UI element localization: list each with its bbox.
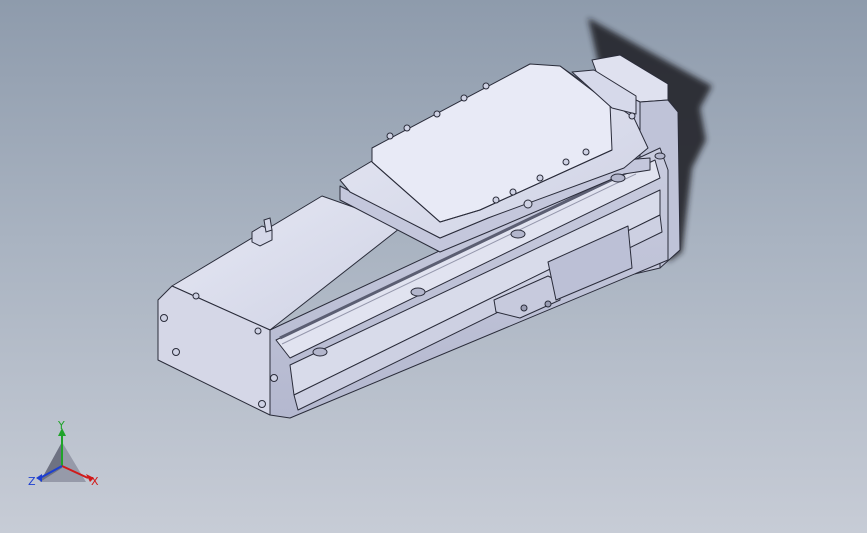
linear-actuator-model[interactable] xyxy=(0,0,867,533)
x-axis-label: X xyxy=(91,475,99,488)
cad-viewport[interactable]: Y X Z xyxy=(0,0,867,533)
y-axis-label: Y xyxy=(58,419,65,432)
orientation-triad[interactable]: Y X Z xyxy=(28,420,108,495)
top-clip xyxy=(251,217,273,247)
z-arrow-icon xyxy=(36,474,42,482)
z-axis-label: Z xyxy=(28,475,36,488)
